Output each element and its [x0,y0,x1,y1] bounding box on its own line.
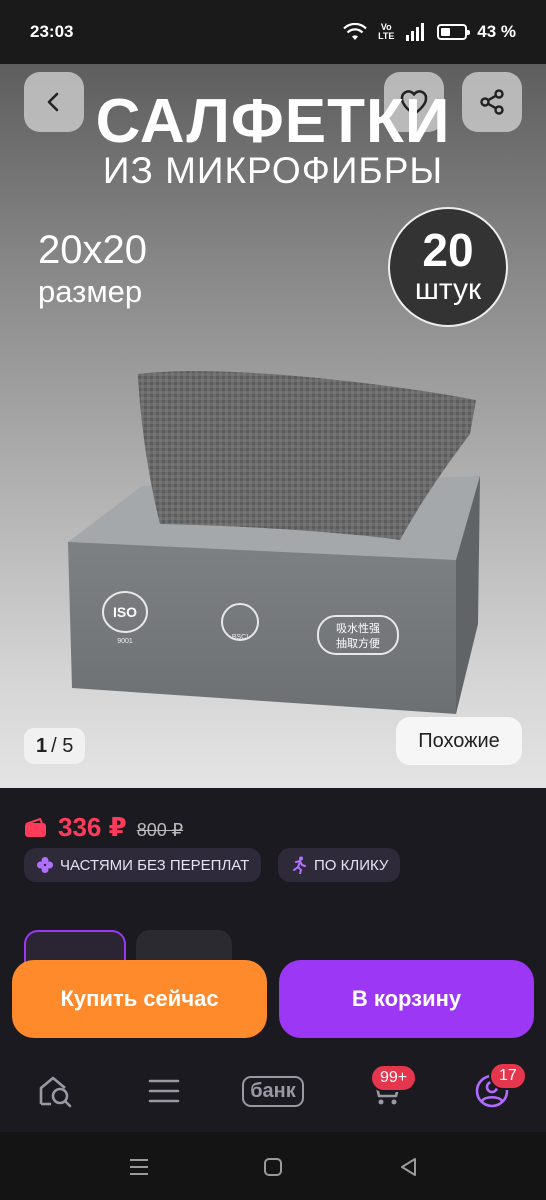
nav-catalog[interactable] [139,1066,189,1116]
recent-apps-icon [130,1159,148,1175]
one-click-chip-label: ПО КЛИКУ [314,856,389,874]
installments-chip-label: ЧАСТЯМИ БЕЗ ПЕРЕПЛАТ [60,856,250,874]
status-time: 23:03 [30,22,74,41]
nav-home[interactable] [31,1066,81,1116]
triangle-back-icon [401,1158,416,1176]
profile-notification-badge: 17 [489,1062,527,1090]
product-image-gallery[interactable]: ISO 9001 BSCI 吸水性强 抽取方便 САЛФЕТКИ ИЗ МИКР… [0,64,546,788]
gallery-pager: 1 / 5 [24,728,86,764]
gallery-total-pages: / 5 [51,734,74,757]
product-banner-title: САЛФЕТКИ [95,87,451,156]
price-section: 336 ₽ 800 ₽ ЧАСТЯМИ БЕЗ ПЕРЕПЛАТ ПО КЛИК… [0,788,546,898]
current-price: 336 ₽ [58,812,127,842]
gallery-current-page: 1 [36,734,48,757]
buy-now-button[interactable]: Купить сейчас [12,960,267,1038]
battery-percent: 43 % [477,22,516,41]
pieces-count-badge: 20 штук [388,207,508,327]
bottom-navigation: банк 99+ 17 [0,1048,546,1132]
cart-count-badge: 99+ [370,1064,418,1092]
one-click-chip[interactable]: ПО КЛИКУ [278,848,401,882]
box-badge-iso: ISO [113,604,137,620]
box-badge-bsci: BSCI [232,634,248,641]
home-search-icon [39,1076,72,1108]
box-badge-easy-pull: 抽取方便 [336,636,380,650]
status-icons: Vo LTE 43 % [343,22,516,42]
box-badge-iso-number: 9001 [117,638,133,645]
bank-label: банк [250,1079,296,1102]
pieces-label: штук [414,273,482,306]
add-to-cart-button[interactable]: В корзину [279,960,534,1038]
nav-bank[interactable]: банк [234,1066,312,1116]
box-badge-absorbent: 吸水性强 [336,621,380,635]
recent-apps-button[interactable] [124,1152,154,1182]
product-banner-subtitle: ИЗ МИКРОФИБРЫ [102,150,444,191]
running-person-icon [293,856,306,874]
home-square-icon [264,1158,282,1176]
price-row: 336 ₽ 800 ₽ [24,812,183,843]
wallet-icon [25,817,46,837]
wifi-icon [343,23,368,40]
battery-fill [441,28,451,36]
home-button[interactable] [258,1152,288,1182]
pieces-count: 20 [422,224,474,276]
system-navigation-bar [0,1132,546,1200]
old-price: 800 ₽ [136,820,184,840]
signal-icon [406,23,425,41]
status-bar: 23:03 Vo LTE 43 % [0,0,546,64]
size-value: 20х20 [38,228,147,272]
volte-indicator: Vo LTE [378,22,395,41]
system-back-button[interactable] [394,1152,424,1182]
bank-icon: банк [242,1075,304,1107]
size-label: размер [38,274,143,309]
battery-icon [437,24,471,40]
catalog-menu-icon [148,1079,180,1103]
installments-chip[interactable]: ЧАСТЯМИ БЕЗ ПЕРЕПЛАТ [24,848,262,882]
flower-icon [37,857,53,873]
similar-products-button[interactable]: Похожие [396,717,522,765]
